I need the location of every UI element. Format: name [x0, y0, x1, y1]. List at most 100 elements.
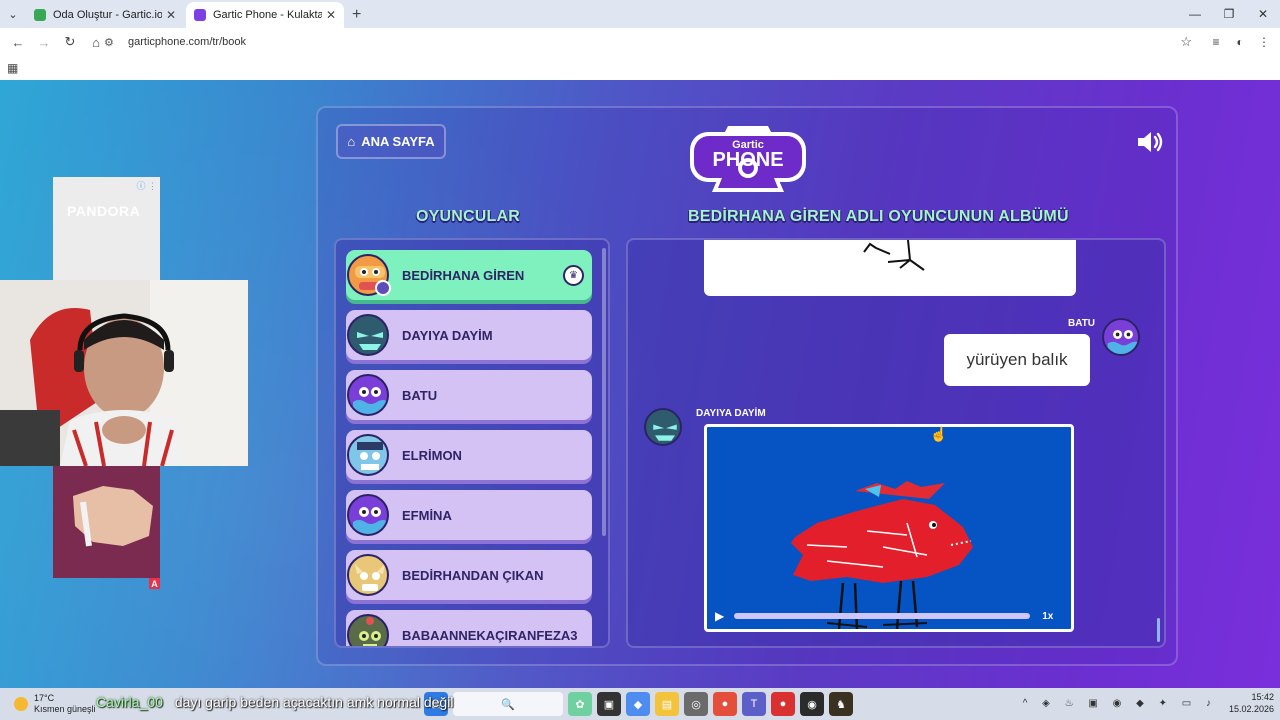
player-card-babaannekaciranfeza3[interactable]: BABAANNEKAÇIRANFEZA3 — [346, 610, 592, 646]
windows-taskbar: 17°C Kısmen güneşli ⊞ 🔍 ✿ ▣ ◆ ▤ ◎ ● T ● … — [0, 688, 1280, 720]
ad-hand-image — [53, 466, 160, 578]
player-card-batu[interactable]: BATU — [346, 370, 592, 420]
new-tab-button[interactable]: + — [352, 2, 361, 28]
avatar — [347, 614, 389, 646]
temperature: 17°C — [34, 693, 55, 703]
player-name: DAYIYA DAYİM — [402, 327, 493, 343]
ad-flag-badge: A — [149, 578, 160, 589]
obs-icon[interactable]: ◉ — [800, 692, 824, 716]
copilot-icon[interactable]: ◆ — [626, 692, 650, 716]
crown-icon: ♛ — [563, 265, 584, 286]
address-bar[interactable]: ⚙ garticphone.com/tr/book ☆ — [104, 30, 1200, 54]
apps-grid-icon[interactable]: ▦ — [7, 61, 18, 75]
teams-icon[interactable]: T — [742, 692, 766, 716]
text-author-name: BATU — [1068, 318, 1096, 329]
album-scrollbar[interactable] — [1157, 618, 1160, 642]
logo-bottom-text: PHONE — [712, 149, 783, 171]
avatar — [347, 494, 389, 536]
players-scrollbar[interactable] — [602, 248, 606, 536]
search-icon[interactable]: 🔍 — [453, 692, 563, 716]
ad-brand-text: PANDORA — [67, 203, 141, 219]
playback-speed-button[interactable]: 1x — [1042, 611, 1053, 622]
drawing-author-name: DAYIYA DAYİM — [696, 408, 766, 419]
chat-message: dayı garip beden açacaktın amk normal de… — [174, 694, 454, 710]
tray-icons[interactable]: ^ ◈ ♨ ▣ ◉ ◆ ✦ ▭ ♪ — [1023, 698, 1217, 709]
playback-progress[interactable] — [734, 613, 1031, 619]
widgets-icon[interactable]: ✿ — [568, 692, 592, 716]
stream-chat-overlay: Cavirla_00 dayı garip beden açacaktın am… — [96, 694, 453, 710]
chrome-icon[interactable]: ● — [713, 692, 737, 716]
window-controls: — ❐ ✕ — [1178, 0, 1280, 28]
home-button[interactable]: ⌂ ANA SAYFA — [336, 124, 446, 159]
tab-gartic-phone[interactable]: Gartic Phone - Kulaktan Kulağa ✕ — [186, 2, 344, 28]
players-list: BEDİRHANA GİREN ♛ DAYIYA DAYİM BATU ELRİ… — [334, 238, 610, 648]
forward-icon[interactable]: → — [32, 30, 56, 54]
tab-title: Gartic Phone - Kulaktan Kulağa — [213, 9, 322, 21]
file-explorer-icon[interactable]: ▤ — [655, 692, 679, 716]
player-name: BABAANNEKAÇIRANFEZA3 — [402, 627, 578, 643]
player-card-bedirhandan-cikan[interactable]: BEDİRHANDAN ÇIKAN — [346, 550, 592, 600]
task-view-icon[interactable]: ▣ — [597, 692, 621, 716]
player-card-bedirhana-giren[interactable]: BEDİRHANA GİREN ♛ — [346, 250, 592, 300]
gartic-phone-logo: Gartic PHONE — [690, 126, 806, 192]
bookmark-star-icon[interactable]: ☆ — [1180, 34, 1192, 50]
app-icon[interactable]: ◎ — [684, 692, 708, 716]
avatar — [347, 434, 389, 476]
close-icon[interactable]: ✕ — [326, 8, 336, 22]
player-name: BEDİRHANA GİREN — [402, 267, 525, 283]
play-icon[interactable]: ▶ — [715, 609, 724, 623]
menu-icon[interactable]: ⋮ — [1252, 30, 1276, 54]
avatar — [644, 408, 682, 446]
avatar — [347, 314, 389, 356]
browser-tabbar: ⌄ Oda Oluştur - Gartic.io ✕ Gartic Phone… — [0, 0, 1280, 28]
player-card-elrimon[interactable]: ELRİMON — [346, 430, 592, 480]
clock[interactable]: 15:42 15.02.2026 — [1229, 691, 1274, 715]
weather-widget[interactable]: 17°C Kısmen güneşli — [14, 693, 96, 715]
game-panel: ⌂ ANA SAYFA Gartic PHONE OYUNCULAR BEDİR… — [316, 106, 1178, 666]
time: 15:42 — [1251, 692, 1274, 702]
drawing-canvas[interactable]: ▶ 1x — [704, 424, 1074, 632]
browser-toolbar: ← → ↻ ⌂ ⚙ garticphone.com/tr/book ☆ ≡ ◐ … — [0, 28, 1280, 56]
album-view: BATU yürüyen balık DAYIYA DAYİM ▶ 1x ☝ — [626, 238, 1166, 648]
tab-gartic-io[interactable]: Oda Oluştur - Gartic.io ✕ — [26, 2, 184, 28]
weather-text: Kısmen güneşli — [34, 704, 96, 714]
webcam-overlay — [0, 280, 248, 466]
player-name: BATU — [402, 387, 438, 403]
player-name: EFMİNA — [402, 507, 452, 523]
close-icon[interactable]: ✕ — [166, 8, 176, 22]
avatar — [1102, 318, 1140, 356]
tab-search-chevron-icon[interactable]: ⌄ — [0, 0, 26, 28]
site-info-icon[interactable]: ⚙ — [104, 36, 120, 49]
speaker-icon[interactable] — [1136, 130, 1164, 154]
player-card-dayiya-dayim[interactable]: DAYIYA DAYİM — [346, 310, 592, 360]
date: 15.02.2026 — [1228, 704, 1274, 714]
taskbar-apps: ⊞ 🔍 ✿ ▣ ◆ ▤ ◎ ● T ● ◉ ♞ — [424, 692, 858, 716]
player-name: ELRİMON — [402, 447, 462, 463]
chat-username: Cavirla_00 — [96, 694, 163, 710]
player-card-efmina[interactable]: EFMİNA — [346, 490, 592, 540]
album-heading: BEDİRHANA GİREN ADLI OYUNCUNUN ALBÜMÜ — [688, 208, 1069, 225]
home-button-label: ANA SAYFA — [361, 134, 435, 149]
close-window-icon[interactable]: ✕ — [1246, 0, 1280, 28]
minimize-icon[interactable]: — — [1178, 0, 1212, 28]
toolbar-right: ≡ ◐ ⋮ — [1204, 30, 1276, 54]
game-icon[interactable]: ♞ — [829, 692, 853, 716]
reload-icon[interactable]: ↻ — [58, 30, 82, 54]
players-heading: OYUNCULAR — [416, 208, 521, 225]
hand-cursor-icon: ☝ — [930, 426, 948, 442]
avatar — [347, 374, 389, 416]
ad-info-icon[interactable]: ⓘ ⋮ — [136, 179, 157, 192]
tab-title: Oda Oluştur - Gartic.io — [53, 9, 162, 21]
you-badge-icon — [375, 280, 391, 296]
restore-icon[interactable]: ❐ — [1212, 0, 1246, 28]
fish-drawing — [791, 481, 973, 629]
gartic-io-favicon-icon — [34, 9, 46, 21]
previous-drawing — [704, 240, 1076, 296]
profile-icon[interactable]: ◐ — [1228, 30, 1252, 54]
back-icon[interactable]: ← — [6, 30, 30, 54]
media-controls-icon[interactable]: ≡ — [1204, 30, 1228, 54]
player-name: BEDİRHANDAN ÇIKAN — [402, 567, 544, 583]
playback-controls: ▶ 1x — [707, 603, 1071, 629]
record-icon[interactable]: ● — [771, 692, 795, 716]
system-tray: ^ ◈ ♨ ▣ ◉ ◆ ✦ ▭ ♪ 15:42 15.02.2026 — [1023, 691, 1274, 715]
